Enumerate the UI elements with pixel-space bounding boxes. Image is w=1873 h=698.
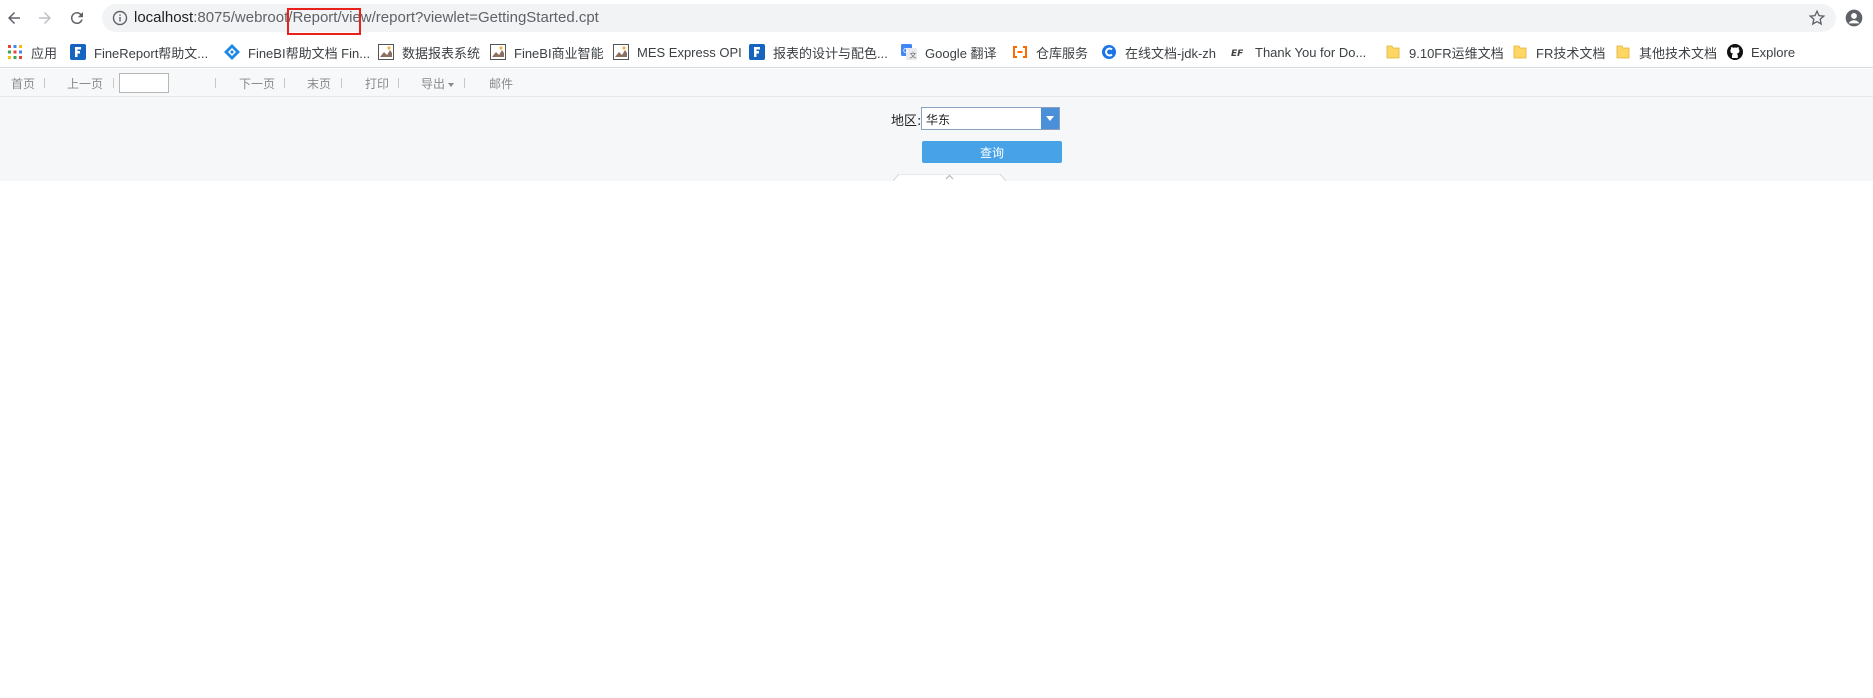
profile-avatar-icon[interactable]	[1844, 8, 1864, 28]
first-page-button[interactable]: 首页	[11, 75, 35, 92]
address-bar[interactable]: localhost:8075/webroot/Report/view/repor…	[102, 4, 1836, 32]
bookmark-label: 报表的设计与配色...	[773, 45, 888, 61]
url-text[interactable]: localhost:8075/webroot/Report/view/repor…	[134, 9, 599, 26]
svg-text:文: 文	[910, 51, 917, 60]
svg-text:G: G	[903, 47, 908, 55]
finebi-icon	[224, 44, 240, 60]
query-button[interactable]: 查询	[922, 141, 1062, 163]
bookmark-label: FineReport帮助文...	[94, 45, 209, 61]
report-content-area	[0, 181, 1873, 698]
finereport-icon	[70, 44, 86, 60]
forward-arrow-icon	[39, 12, 51, 24]
chevron-down-icon	[1046, 116, 1054, 121]
forward-button[interactable]	[33, 6, 57, 30]
bookmark-label: Google 翻译	[925, 45, 997, 61]
bookmark-fr-ops-docs[interactable]: 9.10FR运维文档	[1385, 42, 1504, 62]
github-icon	[1727, 44, 1743, 60]
folder-icon	[1615, 44, 1631, 60]
toolbar-divider	[44, 78, 45, 88]
bookmark-label: FineBI商业智能	[514, 45, 604, 61]
bookmark-finereport-help[interactable]: FineReport帮助文...	[70, 42, 208, 62]
bookmark-label: 在线文档-jdk-zh	[1125, 45, 1217, 61]
reload-icon	[70, 12, 83, 25]
bookmark-other-tech-docs[interactable]: 其他技术文档	[1615, 42, 1717, 62]
bookmark-jdk-docs[interactable]: 在线文档-jdk-zh	[1101, 42, 1216, 62]
report-toolbar: 首页 上一页 下一页 末页 打印 导出 邮件	[0, 69, 1873, 97]
bookmark-star-icon[interactable]	[1808, 9, 1826, 27]
bookmarks-bar: 应用 FineReport帮助文... FineBI帮助文档 Fin... 数据…	[0, 36, 1873, 68]
bookmark-label: 9.10FR运维文档	[1409, 45, 1504, 61]
bookmark-label: 仓库服务	[1036, 45, 1089, 61]
finereport-icon	[749, 44, 765, 60]
reload-button[interactable]	[65, 6, 89, 30]
bookmark-label: MES Express OPI	[637, 44, 742, 60]
last-page-button[interactable]: 末页	[307, 75, 331, 92]
report-image-icon	[613, 44, 629, 60]
report-image-icon	[490, 44, 506, 60]
svg-text:EF: EF	[1231, 49, 1244, 59]
aliyun-icon	[1012, 44, 1028, 60]
bookmark-finebi-bi[interactable]: FineBI商业智能	[490, 42, 604, 62]
chevron-down-icon	[448, 82, 455, 87]
toolbar-divider	[341, 78, 342, 88]
bookmark-label: FineBI帮助文档 Fin...	[248, 45, 371, 61]
bookmark-label: Thank You for Do...	[1255, 44, 1367, 60]
parameter-panel: 地区: 华东 查询	[0, 97, 1873, 181]
bookmark-label: Explore	[1751, 44, 1796, 60]
c-logo-icon	[1101, 44, 1117, 60]
toolbar-divider	[398, 78, 399, 88]
browser-address-row: localhost:8075/webroot/Report/view/repor…	[0, 0, 1873, 36]
toolbar-divider	[464, 78, 465, 88]
toolbar-divider	[215, 78, 216, 88]
report-image-icon	[378, 44, 394, 60]
folder-icon	[1512, 44, 1528, 60]
red-highlight-box	[287, 8, 361, 35]
export-label: 导出	[421, 77, 446, 91]
page-number-input[interactable]	[119, 73, 169, 93]
google-translate-icon: G文	[901, 44, 917, 60]
region-label: 地区:	[891, 114, 922, 129]
region-value: 华东	[926, 113, 951, 127]
bookmark-warehouse-service[interactable]: 仓库服务	[1012, 42, 1088, 62]
bookmark-label: FR技术文档	[1536, 45, 1606, 61]
url-host: localhost	[134, 9, 194, 26]
prev-page-button[interactable]: 上一页	[67, 75, 103, 92]
toolbar-divider	[113, 78, 114, 88]
export-button[interactable]: 导出	[421, 75, 455, 92]
print-button[interactable]: 打印	[365, 75, 389, 92]
bookmark-finebi-help[interactable]: FineBI帮助文档 Fin...	[224, 42, 370, 62]
toolbar-divider	[284, 78, 285, 88]
email-button[interactable]: 邮件	[489, 75, 513, 92]
bookmark-label: 应用	[31, 45, 58, 61]
bookmark-google-translate[interactable]: G文 Google 翻译	[901, 42, 997, 62]
region-dropdown-button[interactable]	[1041, 108, 1059, 129]
bookmark-label: 数据报表系统	[402, 45, 481, 61]
bookmark-explore[interactable]: Explore	[1727, 42, 1795, 62]
apps-grid-icon	[7, 44, 23, 60]
collapse-panel-handle[interactable]	[893, 174, 1006, 181]
bookmark-fr-tech-docs[interactable]: FR技术文档	[1512, 42, 1605, 62]
bookmark-apps[interactable]: 应用	[7, 42, 57, 62]
folder-icon	[1385, 44, 1401, 60]
back-arrow-icon	[8, 12, 20, 24]
bookmark-data-report-system[interactable]: 数据报表系统	[378, 42, 480, 62]
bookmark-mes-express-opi[interactable]: MES Express OPI	[613, 42, 742, 62]
back-button[interactable]	[2, 6, 26, 30]
ef-logo-icon: EF	[1231, 44, 1247, 60]
url-path: :8075/webroot/Report/view/report?viewlet…	[193, 9, 599, 26]
bookmark-thank-you[interactable]: EF Thank You for Do...	[1231, 42, 1366, 62]
info-icon	[112, 10, 128, 26]
region-combobox[interactable]: 华东	[921, 107, 1060, 130]
bookmark-report-design[interactable]: 报表的设计与配色...	[749, 42, 888, 62]
bookmark-label: 其他技术文档	[1639, 45, 1718, 61]
next-page-button[interactable]: 下一页	[239, 75, 275, 92]
